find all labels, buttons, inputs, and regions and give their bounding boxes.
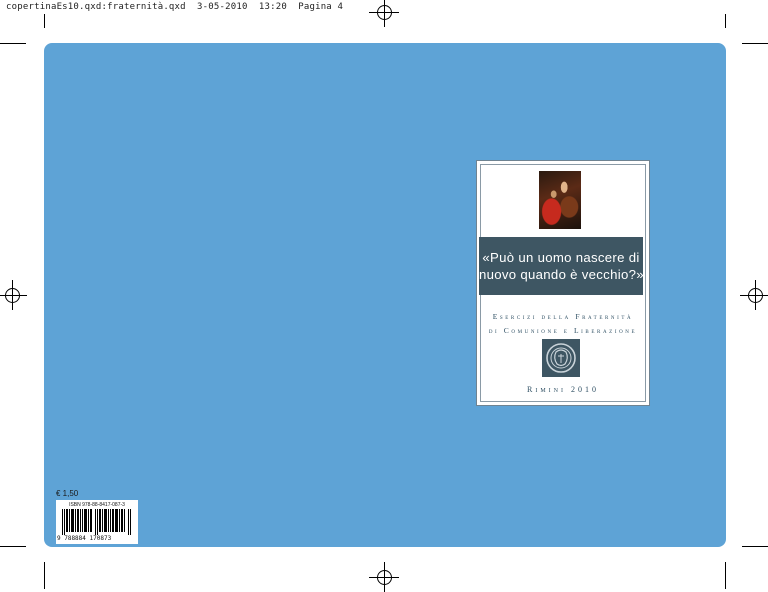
registration-mark-right xyxy=(740,280,768,310)
title-line-2: nuovo quando è vecchio?» xyxy=(479,267,644,282)
title-line-1: «Può un uomo nascere di xyxy=(482,250,640,265)
crop-mark-bl-v xyxy=(44,562,45,589)
publisher-logo-icon xyxy=(542,339,580,377)
book-title: «Può un uomo nascere di nuovo quando è v… xyxy=(479,237,644,295)
crop-mark-tl-v xyxy=(44,14,45,28)
crop-mark-br-h xyxy=(742,546,768,547)
crop-mark-tr-v xyxy=(725,14,726,28)
cover-painting-image xyxy=(539,171,581,229)
slug-filename: copertinaEs10.qxd:fraternità.qxd xyxy=(6,2,186,12)
isbn-number: ISBN 978-88-8417-087-3 xyxy=(69,502,125,508)
slug-time: 13:20 xyxy=(258,2,287,12)
barcode: ISBN 978-88-8417-087-3 9 788884 170873 xyxy=(56,500,138,544)
print-slug: copertinaEs10.qxd:fraternità.qxd 3-05-20… xyxy=(6,2,343,12)
place-and-year: Rimini 2010 xyxy=(527,385,599,394)
subtitle-line-1: Esercizi della Fraternità xyxy=(492,312,634,321)
registration-mark-bottom xyxy=(369,562,399,592)
registration-mark-left xyxy=(0,280,27,310)
crop-mark-br-v xyxy=(725,562,726,589)
crop-mark-tr-h xyxy=(742,43,768,44)
registration-mark-top xyxy=(369,0,399,27)
crop-mark-tl-h xyxy=(0,43,26,44)
barcode-digits: 9 788884 170873 xyxy=(57,535,112,542)
barcode-bars-icon xyxy=(62,509,131,535)
front-cover-panel: «Può un uomo nascere di nuovo quando è v… xyxy=(476,160,650,406)
subtitle-line-2: di Comunione e Liberazione xyxy=(488,326,638,335)
price-label: € 1,50 xyxy=(56,489,79,498)
slug-page: Pagina 4 xyxy=(298,2,344,12)
slug-date: 3-05-2010 xyxy=(197,2,248,12)
crop-mark-bl-h xyxy=(0,546,26,547)
